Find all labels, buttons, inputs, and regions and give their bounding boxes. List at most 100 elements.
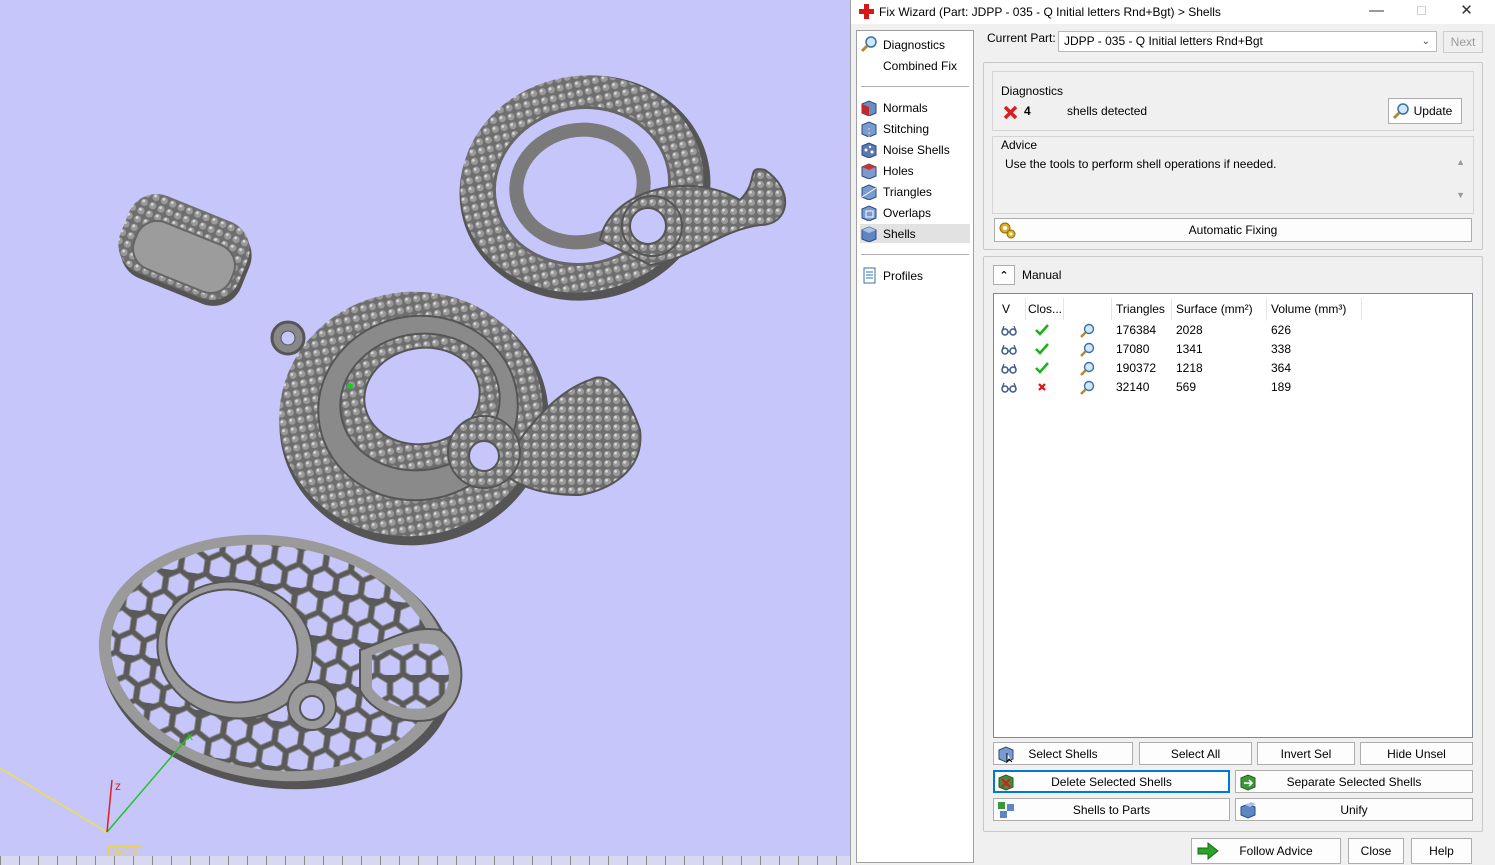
close-button[interactable]: Close <box>1348 838 1404 864</box>
triangles-cell: 32140 <box>1116 380 1150 394</box>
window-title: Fix Wizard (Part: JDPP - 035 - Q Initial… <box>879 5 1221 19</box>
profiles-doc-icon <box>863 267 876 284</box>
minimize-button[interactable]: — <box>1354 0 1399 24</box>
nav-label: Stitching <box>883 121 930 136</box>
unify-cube-icon <box>1240 802 1256 819</box>
column-header-visible[interactable]: V <box>998 298 1026 320</box>
magnifier-icon <box>1392 103 1409 120</box>
shell-bail <box>118 194 252 306</box>
scroll-up-icon[interactable]: ▲ <box>1456 157 1465 167</box>
volume-cell: 364 <box>1271 361 1292 375</box>
table-row[interactable]: 176384 2028 626 <box>994 321 1472 340</box>
fix-wizard-window: Fix Wizard (Part: JDPP - 035 - Q Initial… <box>850 0 1495 865</box>
zoom-magnifier-icon[interactable] <box>1079 361 1095 377</box>
delete-shells-icon <box>998 774 1014 791</box>
red-cross-icon <box>859 4 874 19</box>
follow-advice-button[interactable]: Follow Advice <box>1191 838 1341 864</box>
column-header-surface[interactable]: Surface (mm²) <box>1172 298 1267 320</box>
viewport-scene: z x <box>0 75 787 833</box>
scroll-down-icon[interactable]: ▼ <box>1456 190 1465 200</box>
nav-label: Noise Shells <box>883 142 950 157</box>
zoom-magnifier-icon[interactable] <box>1079 323 1095 339</box>
separate-shells-icon <box>1240 774 1256 791</box>
nav-item-noise-shells[interactable]: Noise Shells <box>860 140 970 159</box>
check-icon <box>1035 343 1049 355</box>
nav-item-diagnostics[interactable]: Diagnostics <box>860 35 970 54</box>
column-header-triangles[interactable]: Triangles <box>1112 298 1172 320</box>
column-header-closed[interactable]: Clos... <box>1024 298 1064 320</box>
table-row[interactable]: 32140 569 189 <box>994 378 1472 397</box>
wizard-nav: Diagnostics Combined Fix Normals Stitchi… <box>856 30 974 863</box>
close-window-button[interactable]: ✕ <box>1444 0 1489 24</box>
invert-selection-button[interactable]: Invert Sel <box>1257 742 1355 765</box>
nav-item-profiles[interactable]: Profiles <box>860 266 970 285</box>
collapse-manual-button[interactable]: ⌃ <box>993 265 1015 285</box>
current-part-select[interactable]: JDPP - 035 - Q Initial letters Rnd+Bgt ⌄ <box>1058 31 1437 52</box>
table-row[interactable]: 17080 1341 338 <box>994 340 1472 359</box>
glasses-icon[interactable] <box>1001 342 1017 356</box>
nav-item-holes[interactable]: Holes <box>860 161 970 180</box>
diagnostics-label: Diagnostics <box>1001 84 1064 98</box>
current-part-value: JDPP - 035 - Q Initial letters Rnd+Bgt <box>1064 34 1263 48</box>
glasses-icon[interactable] <box>1001 361 1017 375</box>
nav-item-shells[interactable]: Shells <box>860 224 970 243</box>
nav-item-stitching[interactable]: Stitching <box>860 119 970 138</box>
update-label: Update <box>1413 104 1453 118</box>
automatic-fixing-button[interactable]: Automatic Fixing <box>994 218 1472 242</box>
update-button[interactable]: Update <box>1388 98 1462 124</box>
check-icon <box>1035 324 1049 336</box>
title-bar[interactable]: Fix Wizard (Part: JDPP - 035 - Q Initial… <box>851 0 1495 24</box>
select-shells-button[interactable]: Select Shells <box>993 742 1133 765</box>
zoom-magnifier-icon[interactable] <box>1079 342 1095 358</box>
column-header-zoom[interactable] <box>1064 298 1112 320</box>
normals-cube-icon <box>861 100 877 116</box>
axis-x-label: x <box>187 729 193 743</box>
nav-label: Profiles <box>883 268 924 283</box>
nav-label: Triangles <box>883 184 932 199</box>
3d-viewport[interactable]: z x WCS <box>0 0 850 865</box>
delete-selected-label: Delete Selected Shells <box>1051 774 1172 789</box>
shells-cube-icon <box>861 226 877 242</box>
table-row[interactable]: 190372 1218 364 <box>994 359 1472 378</box>
column-header-volume[interactable]: Volume (mm³) <box>1267 298 1362 320</box>
help-button[interactable]: Help <box>1411 838 1472 864</box>
noise-shells-icon <box>861 142 877 158</box>
glasses-icon[interactable] <box>1001 380 1017 394</box>
nav-label: Normals <box>883 100 928 115</box>
nav-label: Overlaps <box>883 205 932 220</box>
advice-text-area[interactable]: Use the tools to perform shell operation… <box>994 154 1472 212</box>
volume-cell: 189 <box>1271 380 1292 394</box>
viewport-ruler <box>0 856 850 865</box>
automatic-fixing-label: Automatic Fixing <box>1188 223 1278 237</box>
volume-cell: 338 <box>1271 342 1292 356</box>
advice-text: Use the tools to perform shell operation… <box>1005 157 1277 171</box>
delete-selected-shells-button[interactable]: Delete Selected Shells <box>993 770 1230 793</box>
triangles-cell: 17080 <box>1116 342 1150 356</box>
shells-to-parts-button[interactable]: Shells to Parts <box>993 798 1230 821</box>
current-part-label: Current Part: <box>987 31 1056 45</box>
unify-button[interactable]: Unify <box>1235 798 1473 821</box>
surface-cell: 1341 <box>1176 342 1203 356</box>
separate-selected-shells-button[interactable]: Separate Selected Shells <box>1235 770 1473 793</box>
zoom-magnifier-icon[interactable] <box>1079 380 1095 396</box>
shells-table[interactable]: V Clos... Triangles Surface (mm²) Volume… <box>993 293 1473 738</box>
glasses-icon[interactable] <box>1001 323 1017 337</box>
axis-z-label: z <box>115 779 121 793</box>
maximize-button[interactable]: ☐ <box>1399 0 1444 24</box>
nav-item-overlaps[interactable]: Overlaps <box>860 203 970 222</box>
nav-item-triangles[interactable]: Triangles <box>860 182 970 201</box>
select-cube-icon <box>998 746 1014 763</box>
shell-bottom-q <box>98 534 463 790</box>
shells-to-parts-icon <box>998 802 1014 818</box>
nav-item-combined-fix[interactable]: Combined Fix <box>860 56 970 75</box>
next-button[interactable]: Next <box>1443 31 1483 53</box>
error-x-icon <box>1003 105 1018 120</box>
hide-unselected-button[interactable]: Hide Unsel <box>1360 742 1473 765</box>
select-all-button[interactable]: Select All <box>1139 742 1252 765</box>
surface-cell: 1218 <box>1176 361 1203 375</box>
shell-count: 4 <box>1024 104 1031 118</box>
shells-to-parts-label: Shells to Parts <box>1072 802 1151 817</box>
gears-icon <box>999 222 1016 239</box>
manual-label: Manual <box>1022 268 1062 282</box>
nav-item-normals[interactable]: Normals <box>860 98 970 117</box>
